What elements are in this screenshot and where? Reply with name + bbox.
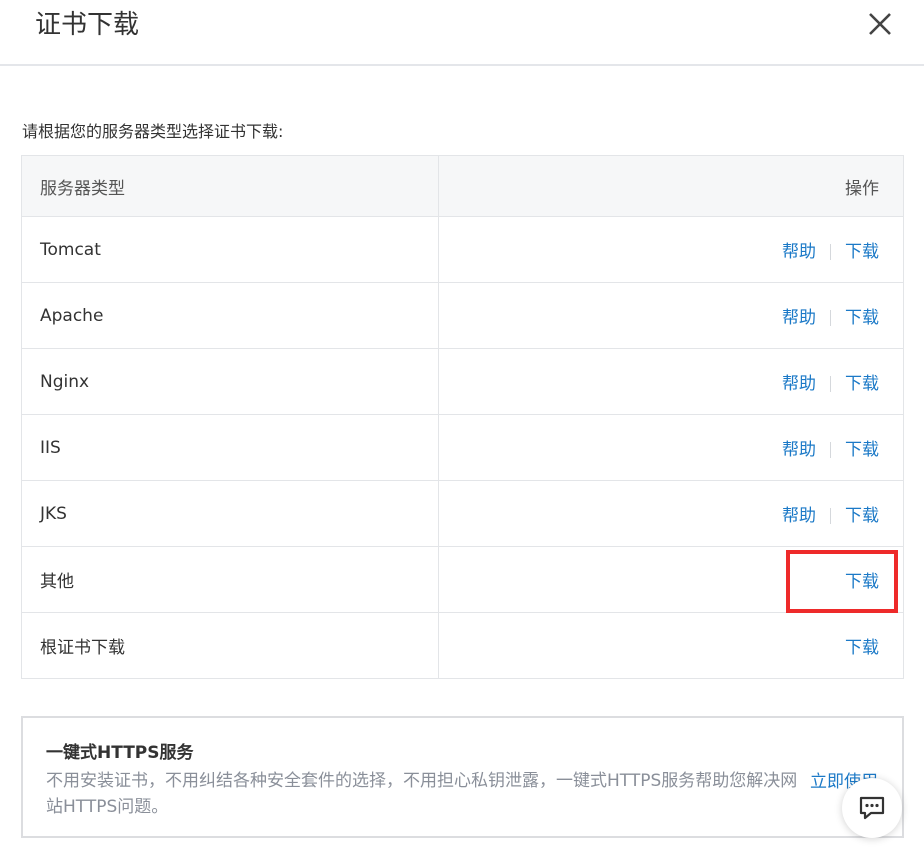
action-cell: 帮助 下载 (438, 414, 904, 481)
dialog-title: 证书下载 (35, 10, 140, 40)
dialog-header: 证书下载 (0, 0, 924, 66)
divider (830, 442, 831, 458)
action-cell: 下载 (438, 612, 904, 679)
server-type-cell: IIS (21, 414, 439, 481)
divider (830, 310, 831, 326)
server-type-cell: 其他 (21, 546, 439, 613)
table-row: 根证书下载 下载 (21, 612, 904, 679)
cert-download-table: 服务器类型 操作 Tomcat 帮助 下载 Apache 帮助 下载 Nginx 帮… (21, 155, 904, 679)
action-cell: 帮助 下载 (438, 348, 904, 415)
table-row: Apache 帮助 下载 (21, 282, 904, 349)
server-type-cell: JKS (21, 480, 439, 547)
chat-icon[interactable] (842, 778, 902, 838)
instruction-text: 请根据您的服务器类型选择证书下载: (22, 122, 284, 141)
promo-description-text: 不用安装证书，不用纠结各种安全套件的选择，不用担心私钥泄露，一键式HTTPS服务… (46, 771, 798, 817)
help-link[interactable]: 帮助 (782, 506, 816, 526)
help-link[interactable]: 帮助 (782, 440, 816, 460)
https-promo-panel: 一键式HTTPS服务 不用安装证书，不用纠结各种安全套件的选择，不用担心私钥泄露… (21, 716, 904, 838)
help-link[interactable]: 帮助 (782, 308, 816, 328)
action-cell: 帮助 下载 (438, 480, 904, 547)
table-row: JKS 帮助 下载 (21, 480, 904, 547)
download-link[interactable]: 下载 (845, 440, 879, 460)
download-link[interactable]: 下载 (845, 506, 879, 526)
divider (830, 244, 831, 260)
table-header-row: 服务器类型 操作 (21, 155, 904, 217)
table-row: 其他 下载 (21, 546, 904, 613)
server-type-cell: Apache (21, 282, 439, 349)
download-link[interactable]: 下载 (845, 308, 879, 328)
table-row: IIS 帮助 下载 (21, 414, 904, 481)
highlight-box (786, 550, 898, 613)
help-link[interactable]: 帮助 (782, 374, 816, 394)
table-row: Tomcat 帮助 下载 (21, 216, 904, 283)
download-link[interactable]: 下载 (845, 638, 879, 658)
action-cell: 帮助 下载 (438, 282, 904, 349)
table-row: Nginx 帮助 下载 (21, 348, 904, 415)
server-type-cell: 根证书下载 (21, 612, 439, 679)
header-action: 操作 (438, 155, 904, 217)
promo-title: 一键式HTTPS服务 (46, 743, 194, 763)
server-type-cell: Tomcat (21, 216, 439, 283)
close-icon[interactable] (864, 8, 896, 40)
divider (830, 376, 831, 392)
server-type-cell: Nginx (21, 348, 439, 415)
action-cell: 帮助 下载 (438, 216, 904, 283)
help-link[interactable]: 帮助 (782, 242, 816, 262)
promo-description: 不用安装证书，不用纠结各种安全套件的选择，不用担心私钥泄露，一键式HTTPS服务… (46, 768, 806, 820)
divider (830, 508, 831, 524)
download-link[interactable]: 下载 (845, 374, 879, 394)
download-link[interactable]: 下载 (845, 242, 879, 262)
header-server-type: 服务器类型 (21, 155, 439, 217)
